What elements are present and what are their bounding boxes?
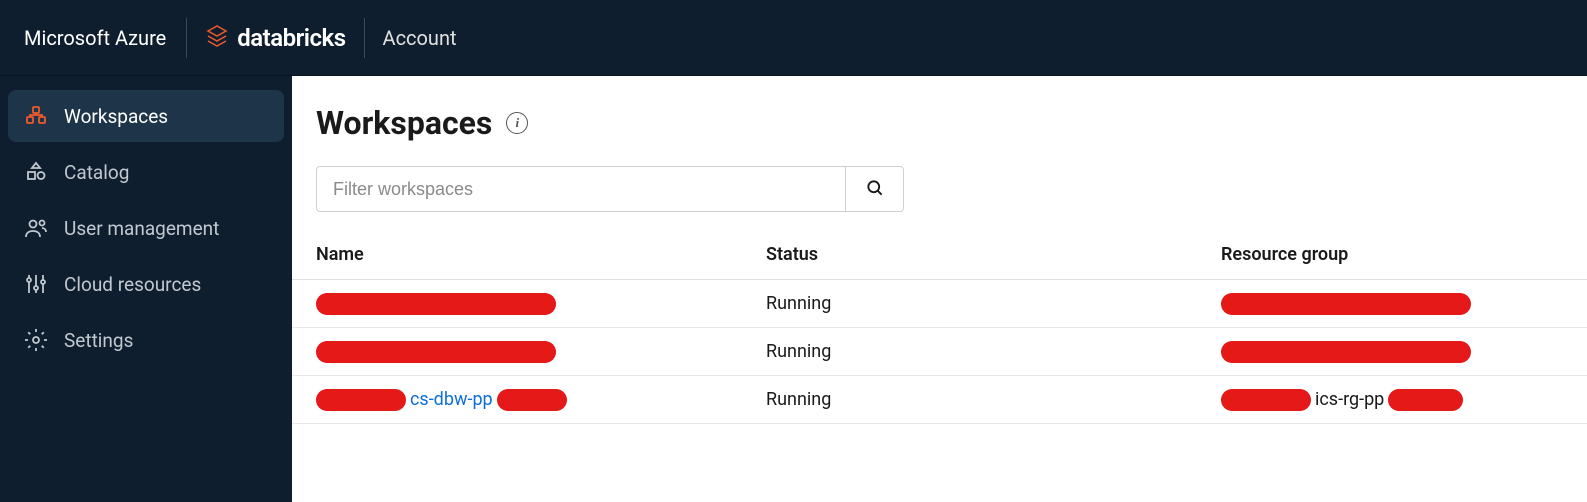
header-bar: Microsoft Azure databricks Account: [0, 0, 1587, 76]
sidebar-item-catalog[interactable]: Catalog: [8, 146, 284, 198]
redacted-text: [1221, 293, 1471, 315]
main-content: Workspaces i Name Status Resource group: [292, 76, 1587, 502]
column-header-status[interactable]: Status: [766, 244, 1221, 265]
workspace-rg-text: ics-rg-pp: [1315, 389, 1384, 410]
workspace-rg-cell: ics-rg-pp: [1221, 389, 1563, 411]
page-title: Workspaces: [316, 104, 492, 142]
sidebar-item-settings[interactable]: Settings: [8, 314, 284, 366]
column-header-name[interactable]: Name: [316, 244, 766, 265]
gear-icon: [24, 328, 48, 352]
users-icon: [24, 216, 48, 240]
workspaces-icon: [24, 104, 48, 128]
header-context-label: Account: [365, 26, 457, 50]
sidebar-item-label: User management: [64, 217, 219, 240]
workspace-name-cell[interactable]: cs-dbw-pp: [316, 389, 766, 411]
page-header: Workspaces i: [292, 104, 1587, 166]
sliders-icon: [24, 272, 48, 296]
sidebar-item-workspaces[interactable]: Workspaces: [8, 90, 284, 142]
workspace-name-text: cs-dbw-pp: [410, 389, 493, 410]
filter-row: [292, 166, 1587, 244]
workspace-status-cell: Running: [766, 389, 1221, 410]
azure-brand: Microsoft Azure: [24, 26, 186, 50]
workspaces-table: Name Status Resource group Running Runni…: [292, 244, 1587, 424]
sidebar-item-cloud-resources[interactable]: Cloud resources: [8, 258, 284, 310]
search-icon: [865, 178, 885, 201]
workspace-rg-cell: [1221, 292, 1563, 314]
databricks-icon: [205, 24, 229, 52]
workspace-status-cell: Running: [766, 293, 1221, 314]
sidebar-item-label: Workspaces: [64, 105, 168, 128]
workspace-name-cell[interactable]: [316, 340, 766, 362]
redacted-text: [316, 389, 406, 411]
table-row[interactable]: Running: [292, 328, 1587, 376]
table-row[interactable]: Running: [292, 280, 1587, 328]
catalog-icon: [24, 160, 48, 184]
databricks-logo-block[interactable]: databricks: [187, 24, 363, 52]
sidebar-item-label: Settings: [64, 329, 133, 352]
workspace-rg-cell: [1221, 340, 1563, 362]
workspace-status-cell: Running: [766, 341, 1221, 362]
redacted-text: [316, 293, 556, 315]
table-header: Name Status Resource group: [292, 244, 1587, 280]
info-icon[interactable]: i: [506, 112, 528, 134]
sidebar-item-user-management[interactable]: User management: [8, 202, 284, 254]
search-button[interactable]: [846, 166, 904, 212]
redacted-text: [497, 389, 567, 411]
databricks-wordmark: databricks: [237, 24, 345, 52]
redacted-text: [316, 341, 556, 363]
redacted-text: [1221, 389, 1311, 411]
sidebar-item-label: Catalog: [64, 161, 129, 184]
filter-workspaces-input[interactable]: [316, 166, 846, 212]
table-row[interactable]: cs-dbw-pp Running ics-rg-pp: [292, 376, 1587, 424]
redacted-text: [1221, 341, 1471, 363]
column-header-resource-group[interactable]: Resource group: [1221, 244, 1563, 265]
workspace-name-cell[interactable]: [316, 292, 766, 314]
sidebar-nav: Workspaces Catalog User man: [0, 76, 292, 502]
sidebar-item-label: Cloud resources: [64, 273, 201, 296]
redacted-text: [1388, 389, 1463, 411]
